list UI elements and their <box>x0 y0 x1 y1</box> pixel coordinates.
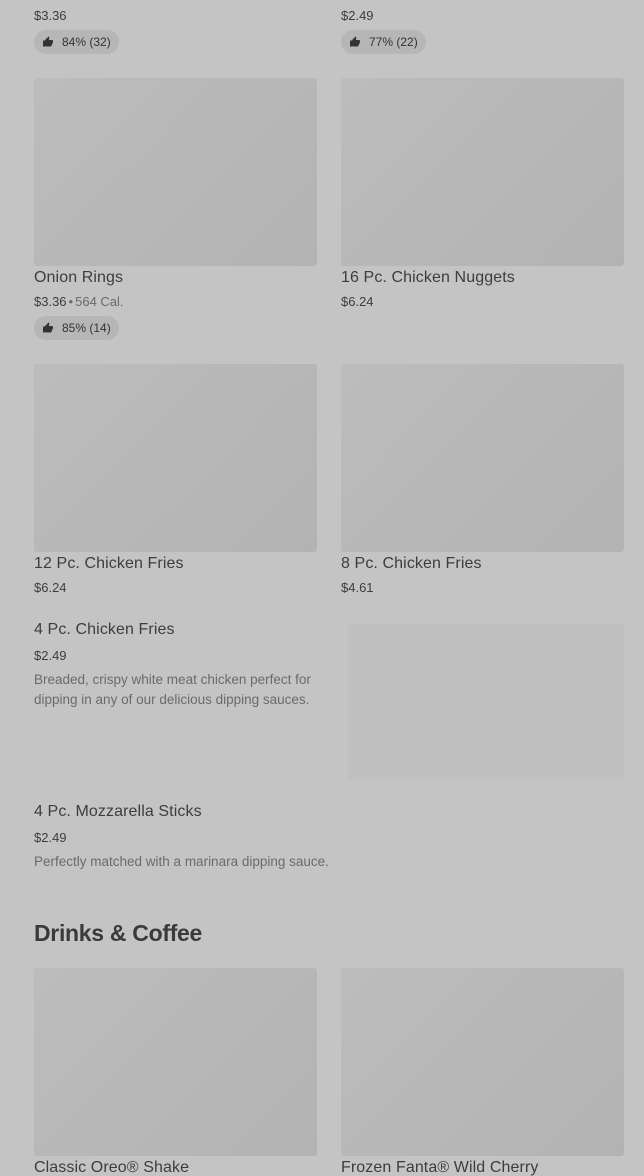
rating-text: 77% (22) <box>369 35 418 49</box>
item-name: Classic Oreo® Shake <box>34 1159 190 1176</box>
item-image[interactable] <box>341 968 624 1156</box>
item-price: $3.36 <box>34 8 67 23</box>
item-calories: 564 Cal. <box>75 294 124 309</box>
item-price-line: $3.36 • 564 Cal. <box>34 294 124 309</box>
rating-badge: 77% (22) <box>341 30 426 54</box>
thumbs-up-icon <box>350 36 360 47</box>
thumbs-up-icon <box>43 36 53 47</box>
item-image[interactable] <box>341 78 624 266</box>
rating-badge: 84% (32) <box>34 30 119 54</box>
item-description: Breaded, crispy white meat chicken perfe… <box>34 672 311 707</box>
item-price: $6.24 <box>341 294 374 309</box>
rating-text: 85% (14) <box>62 321 111 335</box>
item-name: 8 Pc. Chicken Fries <box>341 555 482 572</box>
item-price: $3.36 <box>34 294 67 309</box>
item-name: Frozen Fanta® Wild Cherry <box>341 1159 539 1176</box>
item-image[interactable] <box>348 624 624 780</box>
item-price: $6.24 <box>34 580 67 595</box>
rating-text: 84% (32) <box>62 35 111 49</box>
item-image[interactable] <box>34 78 317 266</box>
item-price: $2.49 <box>34 830 67 845</box>
item-name: 4 Pc. Chicken Fries <box>34 621 175 638</box>
item-price: $4.61 <box>341 580 374 595</box>
item-name: 12 Pc. Chicken Fries <box>34 555 184 572</box>
item-image[interactable] <box>341 364 624 552</box>
item-price: $2.49 <box>34 648 67 663</box>
item-name: Onion Rings <box>34 269 124 286</box>
item-image[interactable] <box>34 968 317 1156</box>
rating-badge: 85% (14) <box>34 316 119 340</box>
separator: • <box>68 294 74 309</box>
thumbs-up-icon <box>43 322 53 333</box>
item-name: 4 Pc. Mozzarella Sticks <box>34 803 202 820</box>
item-price: $2.49 <box>341 8 374 23</box>
item-name: 16 Pc. Chicken Nuggets <box>341 269 515 286</box>
item-image[interactable] <box>34 364 317 552</box>
item-description: Perfectly matched with a marinara dippin… <box>34 854 329 869</box>
section-title-drinks: Drinks & Coffee <box>34 920 203 946</box>
